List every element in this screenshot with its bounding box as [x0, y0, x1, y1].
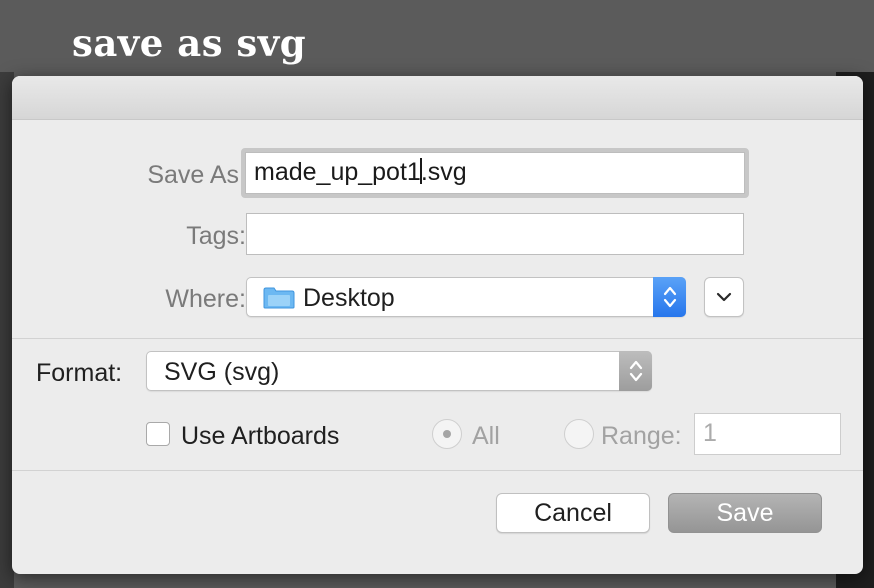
format-popup[interactable]: SVG (svg) [146, 351, 652, 391]
format-label: Format: [36, 359, 123, 387]
where-location-popup[interactable]: Desktop [246, 277, 686, 317]
background-title: save as svg [72, 21, 307, 65]
range-radio-label: Range: [601, 422, 682, 450]
dialog-header [12, 76, 863, 120]
tags-label: Tags: [186, 222, 246, 250]
filename-text-before-caret: made_up_pot1 [254, 158, 421, 186]
section-divider-top [12, 338, 863, 339]
where-stepper [653, 277, 686, 317]
expand-browser-button[interactable] [704, 277, 744, 317]
range-input[interactable]: 1 [694, 413, 841, 455]
up-down-chevrons-icon [629, 360, 642, 382]
tags-input[interactable] [246, 213, 744, 255]
all-radio[interactable] [432, 419, 462, 449]
folder-icon [263, 287, 295, 309]
save-dialog: Save As: made_up_pot1.svg Tags: Where: D… [12, 76, 863, 574]
up-down-chevrons-icon [663, 286, 676, 308]
all-radio-label: All [472, 422, 500, 450]
section-divider-bottom [12, 470, 863, 471]
chevron-down-icon [716, 292, 732, 302]
range-radio[interactable] [564, 419, 594, 449]
radio-selected-dot [443, 430, 451, 438]
cancel-button[interactable]: Cancel [496, 493, 650, 533]
format-stepper [619, 351, 652, 391]
use-artboards-checkbox[interactable] [146, 422, 170, 446]
where-label: Where: [165, 285, 246, 313]
where-location-label: Desktop [303, 284, 395, 312]
save-as-label: Save As: [147, 161, 246, 189]
text-caret [419, 158, 422, 185]
filename-text-after-caret: .svg [420, 158, 467, 186]
filename-input[interactable]: made_up_pot1.svg [245, 152, 745, 194]
save-button[interactable]: Save [668, 493, 822, 533]
format-selected-label: SVG (svg) [164, 358, 280, 386]
use-artboards-label: Use Artboards [181, 422, 340, 450]
